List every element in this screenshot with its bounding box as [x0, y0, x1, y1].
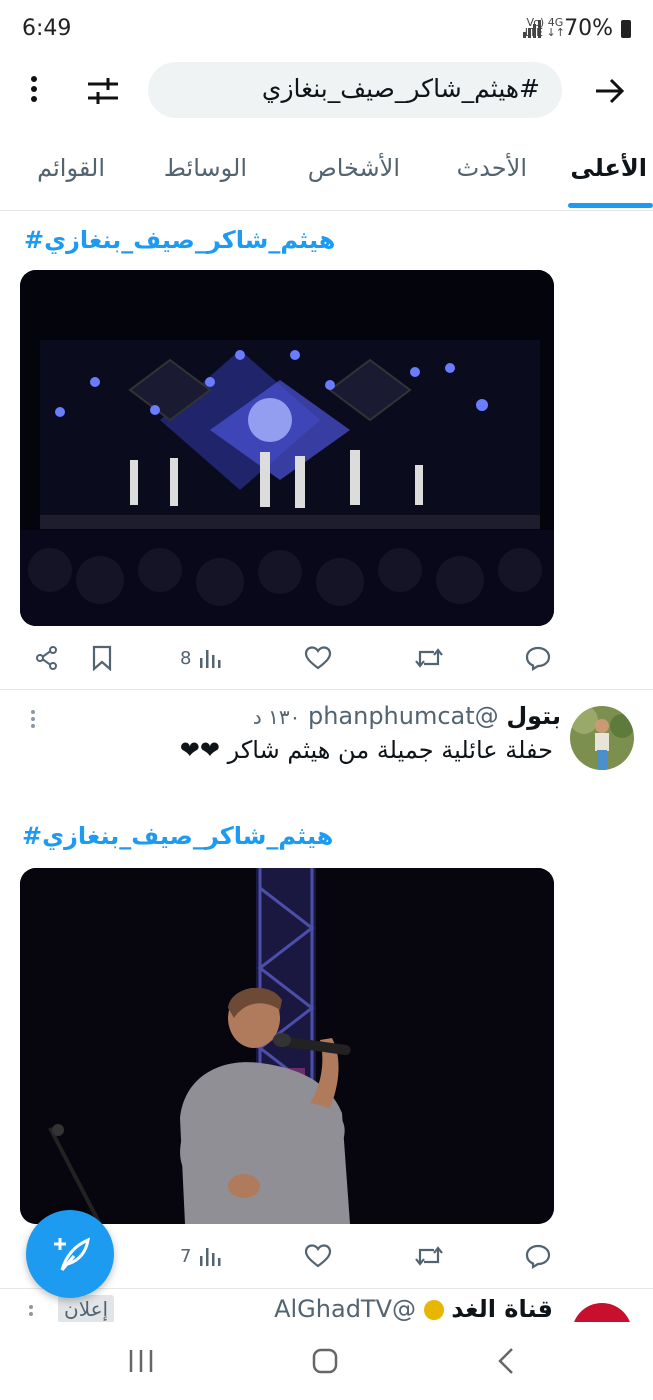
compose-tweet-button[interactable]: [26, 1210, 114, 1298]
signal-icon: [523, 20, 541, 38]
reply-icon: [525, 1244, 551, 1269]
tweet-card[interactable]: هيثم_شاكر_صيف_بنغازي# 8: [0, 210, 653, 688]
views-icon: [200, 650, 221, 668]
filter-settings-icon[interactable]: [86, 74, 120, 108]
home-icon[interactable]: [311, 1348, 339, 1374]
compose-feather-icon: [54, 1237, 90, 1271]
back-arrow-icon[interactable]: [592, 74, 626, 108]
tweet-more-icon[interactable]: [26, 708, 40, 732]
tab-people[interactable]: الأشخاص: [308, 154, 400, 182]
author-handle[interactable]: @AlGhadTV: [274, 1295, 416, 1323]
views-button[interactable]: 7: [180, 1236, 221, 1276]
avatar[interactable]: [570, 706, 634, 770]
retweet-button[interactable]: [414, 638, 444, 678]
retweet-button[interactable]: [414, 1236, 444, 1276]
reply-icon: [525, 646, 551, 671]
back-nav-icon[interactable]: [494, 1346, 518, 1376]
user-avatar-image: [570, 706, 634, 770]
system-navigation-bar: [0, 1322, 653, 1400]
tab-lists[interactable]: القوائم: [37, 154, 105, 182]
tweet-actions: 8: [20, 638, 556, 678]
status-time: 6:49: [22, 16, 72, 41]
author-name[interactable]: قناة الغد: [451, 1295, 553, 1323]
reply-button[interactable]: [524, 1236, 552, 1276]
status-bar: 6:49 Vo) 4G LTE ↓↑ 70%: [0, 0, 653, 60]
retweet-icon: [415, 1246, 443, 1266]
share-icon: [36, 646, 57, 670]
bookmark-button[interactable]: [90, 638, 114, 678]
tweet-text: حفلة عائلية جميلة من هيثم شاكر ❤❤: [179, 736, 553, 764]
ad-label: إعلان: [58, 1295, 115, 1323]
tab-media[interactable]: الوسائط: [164, 154, 247, 182]
tab-top[interactable]: الأعلى: [570, 154, 647, 182]
search-input[interactable]: #هيثم_شاكر_صيف_بنغازي: [148, 62, 562, 118]
tweet-card[interactable]: بتول @phanphumcat ١٣٠ د حفلة عائلية جميل…: [0, 690, 653, 1290]
tweet-image-concert-stage[interactable]: [20, 270, 554, 626]
heart-icon: [304, 646, 332, 670]
active-tab-indicator: [568, 203, 653, 208]
tab-latest[interactable]: الأحدث: [457, 154, 527, 182]
tweet-header: بتول @phanphumcat ١٣٠ د: [253, 702, 561, 730]
tweet-header: قناة الغد @AlGhadTV: [274, 1295, 553, 1323]
views-count: 8: [180, 647, 192, 669]
author-handle[interactable]: @phanphumcat: [308, 702, 499, 730]
battery-icon: [621, 20, 631, 38]
hashtag-link[interactable]: هيثم_شاكر_صيف_بنغازي#: [22, 822, 333, 850]
search-tabs: الأعلى الأحدث الأشخاص الوسائط القوائم: [0, 140, 653, 211]
author-name[interactable]: بتول: [506, 702, 561, 730]
share-button[interactable]: [34, 638, 60, 678]
avatar[interactable]: [572, 1303, 632, 1323]
verified-badge-icon: [423, 1300, 444, 1320]
views-button[interactable]: 8: [180, 638, 221, 678]
reply-button[interactable]: [524, 638, 552, 678]
search-query: #هيثم_شاكر_صيف_بنغازي: [261, 74, 540, 103]
views-icon: [200, 1248, 221, 1266]
battery-level: 70%: [564, 16, 613, 41]
like-button[interactable]: [304, 1236, 332, 1276]
recent-apps-icon[interactable]: [126, 1348, 156, 1374]
tweet-image-singer[interactable]: [20, 868, 554, 1224]
retweet-icon: [415, 648, 443, 668]
more-options-icon[interactable]: [24, 72, 44, 108]
singer-on-stage-image: [20, 868, 554, 1224]
hashtag-link[interactable]: هيثم_شاكر_صيف_بنغازي#: [24, 226, 335, 254]
heart-icon: [304, 1244, 332, 1268]
bookmark-icon: [92, 645, 112, 671]
tweet-more-icon[interactable]: [28, 1303, 34, 1323]
views-count: 7: [180, 1245, 192, 1267]
like-button[interactable]: [304, 638, 332, 678]
concert-stage-image: [20, 270, 554, 626]
tweet-time: ١٣٠ د: [252, 705, 301, 729]
